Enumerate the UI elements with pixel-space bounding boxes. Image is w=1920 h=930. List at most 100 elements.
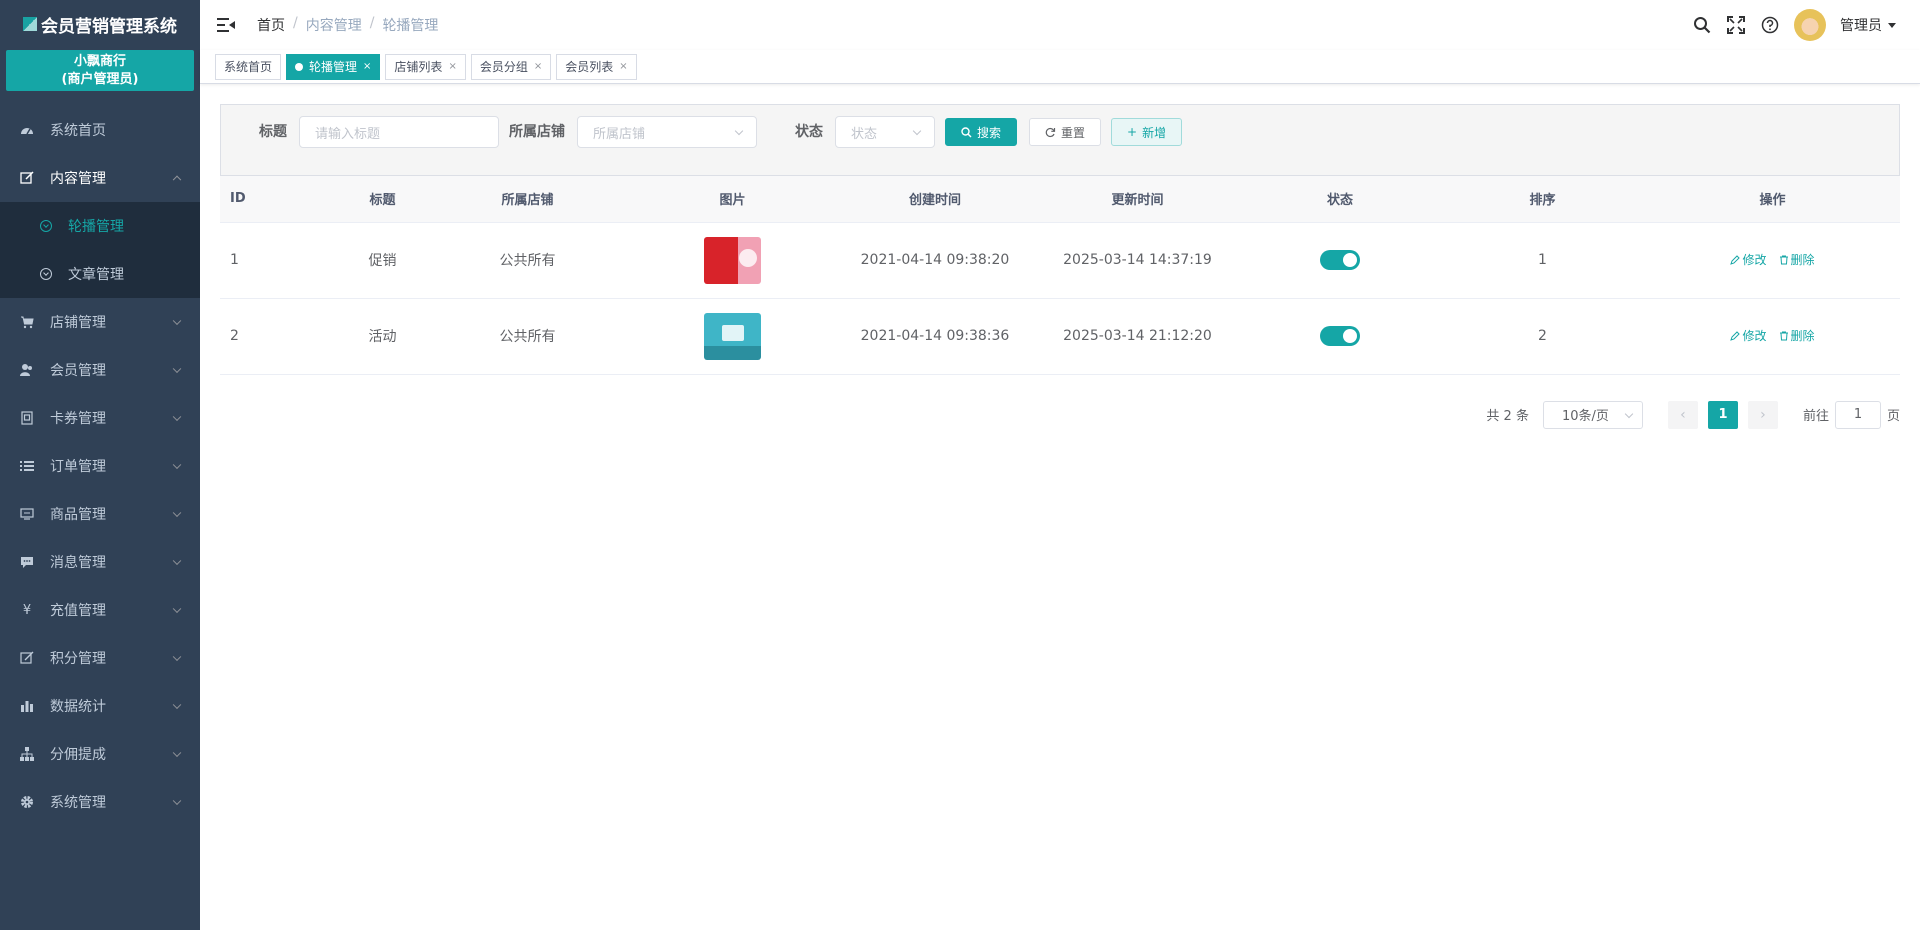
tag-label: 轮播管理 bbox=[309, 60, 358, 74]
search-form: 标题 请输入标题 所属店铺 所属店铺 状态 状态 搜索 重置 + 新增 bbox=[220, 104, 1900, 176]
cell-id: 1 bbox=[220, 222, 340, 299]
add-button[interactable]: + 新增 bbox=[1111, 118, 1183, 146]
plus-icon: + bbox=[1127, 125, 1138, 139]
close-icon[interactable]: × bbox=[619, 61, 627, 72]
message-icon bbox=[20, 555, 34, 569]
status-select[interactable]: 状态 bbox=[835, 116, 935, 148]
delete-button[interactable]: 删除 bbox=[1779, 251, 1815, 268]
shop-select[interactable]: 所属店铺 bbox=[577, 116, 757, 148]
logo-icon bbox=[23, 17, 37, 31]
col-title: 标题 bbox=[340, 176, 425, 223]
sidebar-item-articles[interactable]: 文章管理 bbox=[0, 250, 200, 298]
menu-toggle-icon[interactable] bbox=[217, 18, 235, 32]
tag-label: 会员列表 bbox=[565, 60, 614, 74]
cell-title: 促销 bbox=[340, 222, 425, 299]
tags-view: 系统首页 轮播管理 × 店铺列表 × 会员分组 × 会员列表 × bbox=[200, 50, 1920, 84]
cell-image bbox=[630, 222, 835, 299]
carousel-table: ID 标题 所属店铺 图片 创建时间 更新时间 状态 排序 操作 1 促销 公共… bbox=[220, 176, 1900, 375]
points-icon bbox=[20, 651, 34, 665]
sidebar-item-label: 文章管理 bbox=[68, 267, 124, 283]
edit-icon bbox=[1730, 255, 1741, 265]
next-page-button[interactable]: › bbox=[1747, 400, 1778, 429]
chevron-down-icon bbox=[734, 126, 744, 136]
sidebar-item-commission[interactable]: 分佣提成 bbox=[0, 730, 200, 778]
sidebar-item-label: 积分管理 bbox=[50, 651, 106, 667]
header-actions: 管理员 bbox=[1692, 0, 1896, 50]
pagination: 共 2 条 10条/页 ‹ 1 › 前往 1 页 bbox=[220, 400, 1900, 429]
cell-created: 2021-04-14 09:38:36 bbox=[835, 298, 1035, 375]
status-switch[interactable] bbox=[1320, 250, 1360, 270]
status-label: 状态 bbox=[795, 124, 823, 140]
sidebar-item-orders[interactable]: 订单管理 bbox=[0, 442, 200, 490]
cell-image bbox=[630, 298, 835, 375]
reset-button[interactable]: 重置 bbox=[1029, 118, 1102, 146]
tag-member-list[interactable]: 会员列表 × bbox=[556, 53, 637, 80]
tag-carousel[interactable]: 轮播管理 × bbox=[286, 53, 381, 80]
chevron-down-icon bbox=[172, 652, 182, 662]
gear-icon bbox=[20, 795, 34, 809]
list-icon bbox=[20, 459, 34, 473]
edit-icon bbox=[1730, 331, 1741, 341]
sidebar: 会员营销管理系统 小飘商行 (商户管理员) 系统首页 内容管理 轮播管理 文章管… bbox=[0, 0, 200, 930]
goto-page-input[interactable]: 1 bbox=[1834, 400, 1881, 429]
sidebar-item-label: 内容管理 bbox=[50, 171, 106, 187]
table-row: 2 活动 公共所有 2021-04-14 09:38:36 2025-03-14… bbox=[220, 298, 1900, 375]
merchant-role: (商户管理员) bbox=[61, 72, 139, 87]
edit-button[interactable]: 修改 bbox=[1730, 327, 1767, 344]
search-icon[interactable] bbox=[1692, 15, 1712, 35]
col-updated: 更新时间 bbox=[1035, 176, 1240, 223]
sidebar-item-recharge[interactable]: ¥ 充值管理 bbox=[0, 586, 200, 634]
delete-label: 删除 bbox=[1790, 329, 1815, 344]
chevron-down-icon bbox=[172, 748, 182, 758]
page-jumper: 前往 1 页 bbox=[1803, 400, 1900, 429]
chevron-down-icon bbox=[172, 316, 182, 326]
card-icon bbox=[20, 411, 34, 425]
dashboard-icon bbox=[20, 123, 34, 137]
tag-member-groups[interactable]: 会员分组 × bbox=[470, 53, 552, 80]
banner-thumbnail[interactable] bbox=[704, 236, 761, 284]
sidebar-item-points[interactable]: 积分管理 bbox=[0, 634, 200, 682]
page-size-select[interactable]: 10条/页 bbox=[1542, 400, 1643, 429]
sidebar-item-carousel[interactable]: 轮播管理 bbox=[0, 202, 200, 250]
close-icon[interactable]: × bbox=[363, 61, 371, 72]
page-number-button[interactable]: 1 bbox=[1707, 400, 1738, 429]
circle-check-icon bbox=[40, 220, 52, 232]
sidebar-item-messages[interactable]: 消息管理 bbox=[0, 538, 200, 586]
close-icon[interactable]: × bbox=[534, 61, 542, 72]
delete-button[interactable]: 删除 bbox=[1779, 327, 1815, 344]
fullscreen-icon[interactable] bbox=[1726, 15, 1746, 35]
cell-shop: 公共所有 bbox=[425, 298, 630, 375]
search-button-label: 搜索 bbox=[977, 125, 1002, 140]
sidebar-item-label: 系统首页 bbox=[50, 123, 106, 139]
search-button[interactable]: 搜索 bbox=[945, 118, 1018, 146]
chevron-down-icon bbox=[172, 700, 182, 710]
cell-title: 活动 bbox=[340, 298, 425, 375]
sidebar-item-home[interactable]: 系统首页 bbox=[0, 106, 200, 154]
cell-updated: 2025-03-14 21:12:20 bbox=[1035, 298, 1240, 375]
monitor-icon bbox=[20, 507, 34, 521]
status-switch[interactable] bbox=[1320, 326, 1360, 346]
prev-page-button[interactable]: ‹ bbox=[1667, 400, 1698, 429]
banner-thumbnail[interactable] bbox=[704, 312, 761, 360]
breadcrumb-current: 轮播管理 bbox=[382, 18, 439, 34]
sidebar-item-coupons[interactable]: 卡券管理 bbox=[0, 394, 200, 442]
sidebar-item-system[interactable]: 系统管理 bbox=[0, 778, 200, 826]
avatar[interactable] bbox=[1794, 9, 1826, 41]
help-icon[interactable] bbox=[1760, 15, 1780, 35]
cell-actions: 修改 删除 bbox=[1645, 222, 1900, 299]
edit-button[interactable]: 修改 bbox=[1730, 251, 1767, 268]
breadcrumb-content[interactable]: 内容管理 bbox=[306, 15, 362, 35]
close-icon[interactable]: × bbox=[448, 61, 456, 72]
breadcrumb-home[interactable]: 首页 bbox=[257, 15, 285, 35]
title-input[interactable]: 请输入标题 bbox=[299, 116, 499, 148]
sidebar-item-shops[interactable]: 店铺管理 bbox=[0, 298, 200, 346]
sidebar-item-label: 卡券管理 bbox=[50, 411, 106, 427]
sidebar-item-statistics[interactable]: 数据统计 bbox=[0, 682, 200, 730]
refresh-icon bbox=[1045, 127, 1056, 137]
sidebar-item-content[interactable]: 内容管理 bbox=[0, 154, 200, 202]
tag-shop-list[interactable]: 店铺列表 × bbox=[385, 53, 466, 80]
sidebar-item-products[interactable]: 商品管理 bbox=[0, 490, 200, 538]
user-menu[interactable]: 管理员 bbox=[1840, 15, 1896, 35]
sidebar-item-members[interactable]: 会员管理 bbox=[0, 346, 200, 394]
tag-home[interactable]: 系统首页 bbox=[215, 53, 282, 80]
